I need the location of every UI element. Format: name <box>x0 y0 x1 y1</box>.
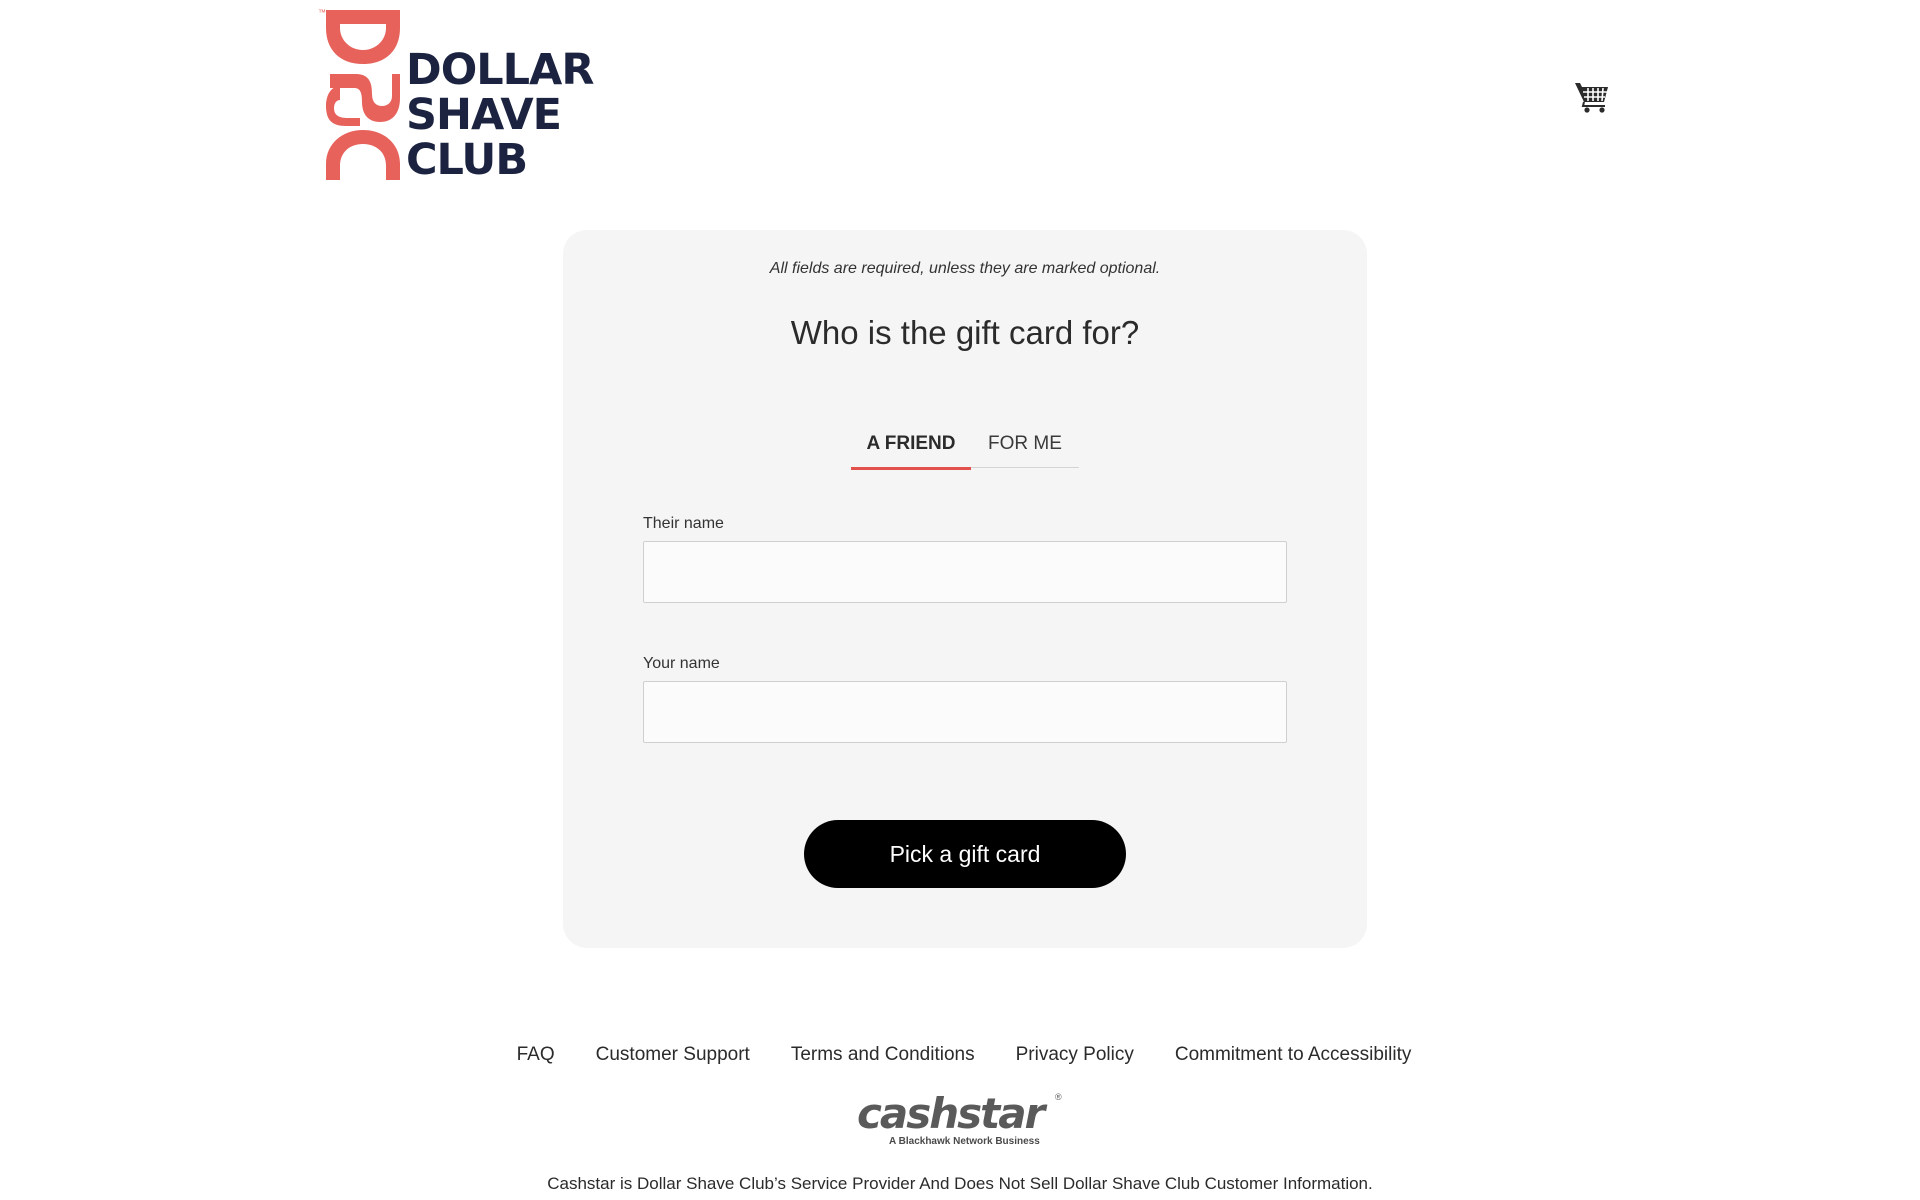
logo-line-shave: SHAVE <box>406 90 562 140</box>
logo-line-dollar: DOLLAR <box>406 45 594 95</box>
tab-for-me[interactable]: FOR ME <box>971 420 1079 468</box>
cashstar-tagline: A Blackhawk Network Business <box>889 1136 1040 1147</box>
pick-gift-card-button[interactable]: Pick a gift card <box>804 820 1126 888</box>
cashstar-wordmark: cashstar <box>857 1089 1045 1138</box>
their-name-input[interactable] <box>643 541 1287 603</box>
service-provider-disclaimer: Cashstar is Dollar Shave Club’s Service … <box>547 1174 1373 1193</box>
cashstar-logo: cashstar ® A Blackhawk Network Business <box>857 1092 1067 1150</box>
recipient-tabs: A FRIEND FOR ME <box>851 420 1079 470</box>
your-name-input[interactable] <box>643 681 1287 743</box>
shopping-cart-icon[interactable] <box>1574 78 1610 114</box>
trademark-symbol: ™ <box>318 8 326 17</box>
dollar-shave-club-logo[interactable]: ™ DOLLAR SHAVE CLUB <box>318 8 598 184</box>
footer-nav: FAQ Customer Support Terms and Condition… <box>0 1044 1920 1066</box>
footer-link-terms[interactable]: Terms and Conditions <box>791 1044 975 1066</box>
site-header: ™ DOLLAR SHAVE CLUB <box>0 0 1920 200</box>
footer-link-customer-support[interactable]: Customer Support <box>596 1044 750 1066</box>
gift-recipient-form-card: All fields are required, unless they are… <box>563 230 1367 948</box>
logo-line-club: CLUB <box>406 135 528 185</box>
tab-a-friend[interactable]: A FRIEND <box>851 420 971 470</box>
required-fields-note: All fields are required, unless they are… <box>769 260 1161 277</box>
footer-link-privacy[interactable]: Privacy Policy <box>1016 1044 1134 1066</box>
your-name-label: Your name <box>643 655 720 672</box>
footer-link-faq[interactable]: FAQ <box>517 1044 555 1066</box>
dsc-monogram-icon <box>326 10 400 180</box>
footer-link-accessibility[interactable]: Commitment to Accessibility <box>1175 1044 1412 1066</box>
page-title: Who is the gift card for? <box>790 314 1140 351</box>
registered-mark: ® <box>1055 1092 1062 1102</box>
their-name-label: Their name <box>643 515 724 532</box>
logo-wordmark: DOLLAR SHAVE CLUB <box>406 45 594 185</box>
